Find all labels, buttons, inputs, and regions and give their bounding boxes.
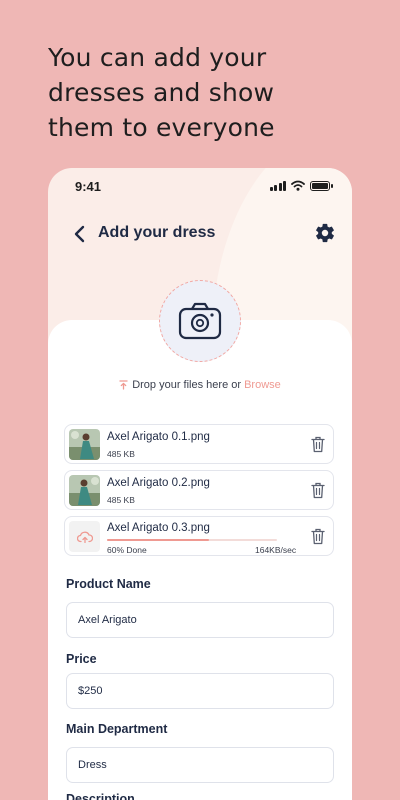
wifi-icon xyxy=(291,180,305,191)
file-item-uploading: Axel Arigato 0.3.png 60% Done 164KB/sec xyxy=(64,516,334,556)
signal-icon xyxy=(269,180,286,191)
file-thumbnail xyxy=(69,521,100,552)
price-input[interactable]: $250 xyxy=(66,673,334,709)
file-item: Axel Arigato 0.2.png 485 KB xyxy=(64,470,334,510)
promo-headline: You can add your dresses and show them t… xyxy=(48,43,275,142)
back-arrow-icon[interactable] xyxy=(70,224,90,244)
product-name-label: Product Name xyxy=(66,577,151,591)
gear-icon[interactable] xyxy=(314,222,336,244)
department-label: Main Department xyxy=(66,722,168,736)
status-icons xyxy=(269,180,333,191)
drop-text: Drop your files here or xyxy=(132,379,245,391)
department-input[interactable]: Dress xyxy=(66,747,334,783)
phone-frame: 9:41 Add your dress Drop your files here… xyxy=(48,168,352,800)
upload-speed: 164KB/sec xyxy=(255,545,297,555)
file-size: 485 KB xyxy=(107,495,135,505)
upload-icon xyxy=(119,380,128,390)
price-label: Price xyxy=(66,652,97,666)
file-name: Axel Arigato 0.1.png xyxy=(107,431,210,443)
trash-icon[interactable] xyxy=(311,436,325,453)
photo-upload-button[interactable] xyxy=(159,280,241,362)
drop-zone-text: Drop your files here or Browse xyxy=(48,379,352,391)
status-time: 9:41 xyxy=(75,179,102,194)
upload-progress-fill xyxy=(107,539,209,541)
header-bar: Add your dress xyxy=(48,216,352,252)
upload-progress-label: 60% Done xyxy=(107,545,147,555)
file-item: Axel Arigato 0.1.png 485 KB xyxy=(64,424,334,464)
file-name: Axel Arigato 0.2.png xyxy=(107,477,210,489)
battery-icon xyxy=(310,180,333,191)
file-size: 485 KB xyxy=(107,449,135,459)
file-name: Axel Arigato 0.3.png xyxy=(107,522,210,534)
cloud-upload-icon xyxy=(76,531,93,543)
browse-link[interactable]: Browse xyxy=(244,379,281,391)
trash-icon[interactable] xyxy=(311,482,325,499)
camera-icon xyxy=(178,302,222,340)
page-title: Add your dress xyxy=(98,224,216,241)
product-name-input[interactable]: Axel Arigato xyxy=(66,602,334,638)
upload-progress-bar xyxy=(107,539,277,541)
trash-icon[interactable] xyxy=(311,528,325,545)
file-thumbnail xyxy=(69,429,100,460)
status-bar: 9:41 xyxy=(48,168,352,204)
file-thumbnail xyxy=(69,475,100,506)
description-label: Description xyxy=(66,792,135,800)
